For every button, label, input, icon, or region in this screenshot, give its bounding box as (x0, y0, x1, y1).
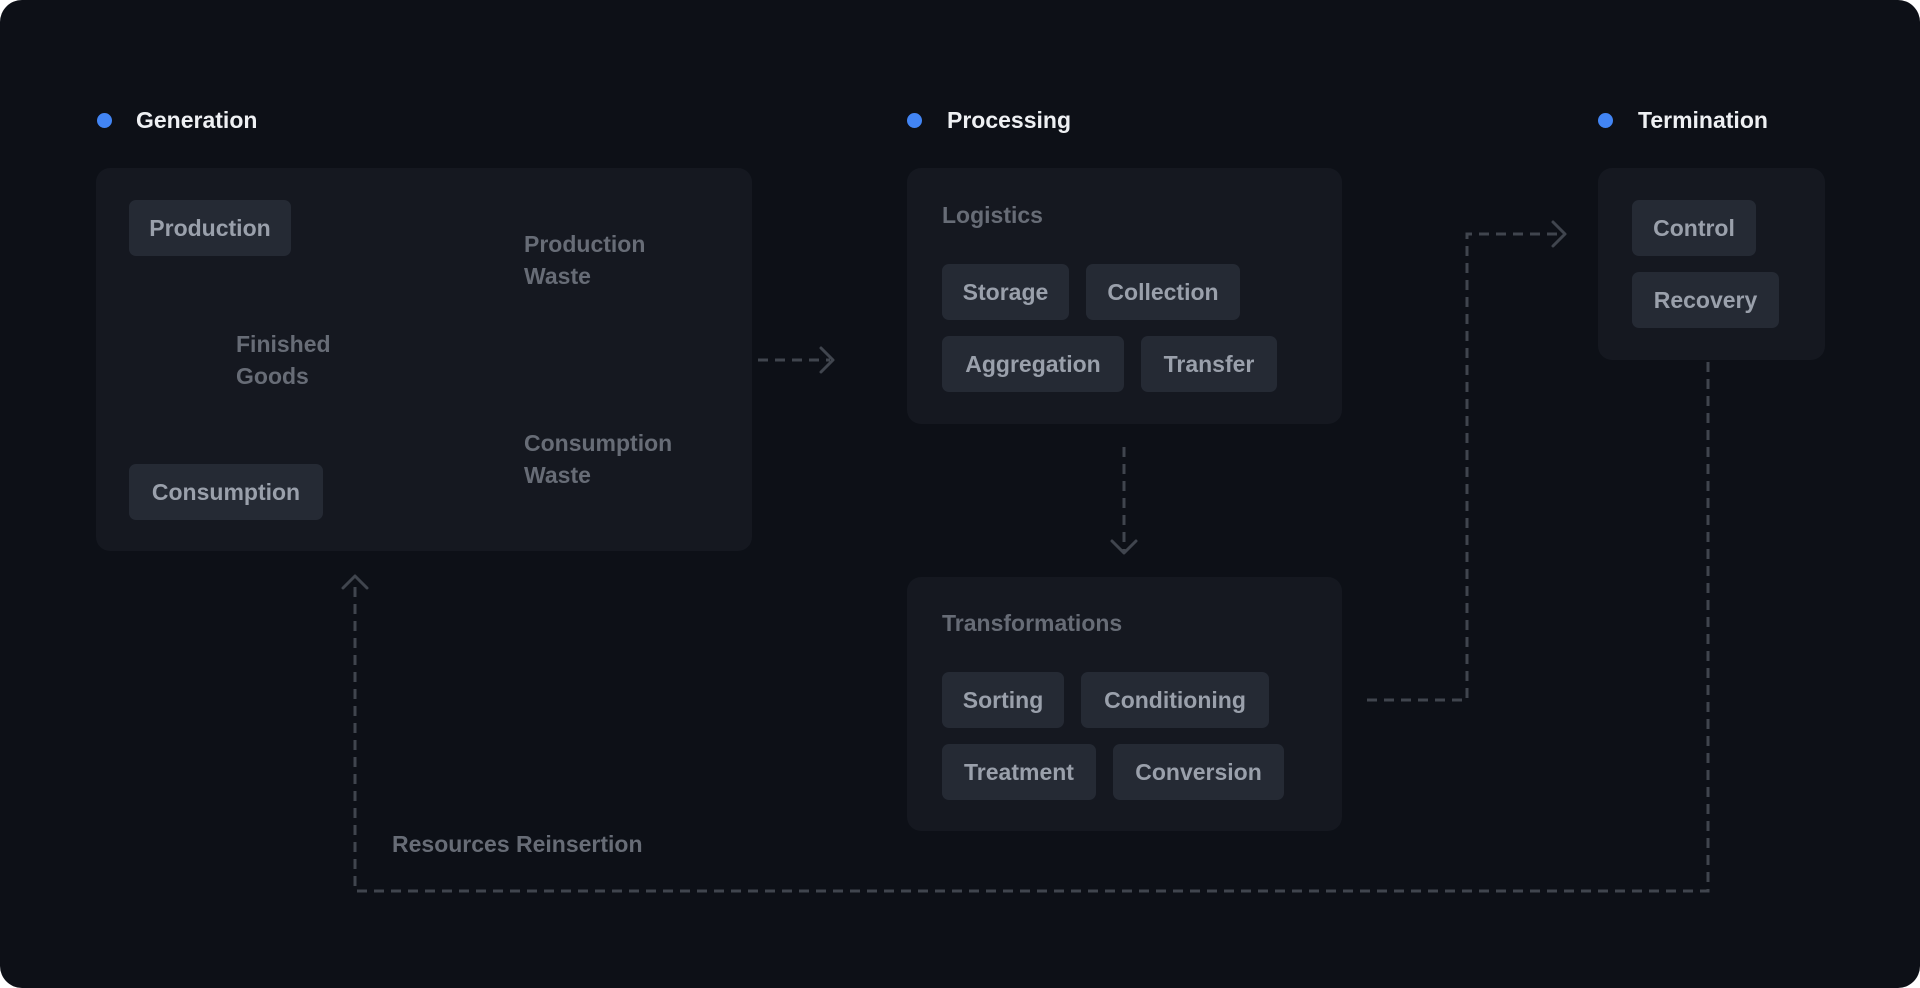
node-recovery[interactable]: Recovery (1632, 272, 1779, 328)
processing-to-termination-connector (1367, 232, 1562, 702)
termination-panel (1598, 168, 1825, 360)
node-production[interactable]: Production (129, 200, 291, 256)
node-conversion[interactable]: Conversion (1113, 744, 1284, 800)
edge-label-consumption-waste: Consumption Waste (524, 430, 673, 488)
diagram-canvas: Generation Production Consumption Finish… (0, 0, 1920, 988)
group-title-transformations: Transformations (942, 610, 1123, 636)
stage-title-generation: Generation (136, 107, 258, 133)
arrow-up-icon (341, 574, 369, 590)
node-storage[interactable]: Storage (942, 264, 1069, 320)
stage-dot-icon (97, 113, 112, 128)
edge-label-resources-reinsertion: Resources Reinsertion (392, 831, 643, 857)
node-collection[interactable]: Collection (1086, 264, 1240, 320)
stage-dot-icon (1598, 113, 1613, 128)
arrow-down-icon (1110, 539, 1138, 555)
stage-title-termination: Termination (1638, 107, 1768, 133)
node-transfer[interactable]: Transfer (1141, 336, 1277, 392)
node-consumption[interactable]: Consumption (129, 464, 323, 520)
node-aggregation[interactable]: Aggregation (942, 336, 1124, 392)
node-treatment[interactable]: Treatment (942, 744, 1096, 800)
edge-label-finished-goods: Finished Goods (236, 331, 331, 389)
stage-dot-icon (907, 113, 922, 128)
node-control[interactable]: Control (1632, 200, 1756, 256)
edge-label-production-waste: Production Waste (524, 231, 646, 289)
stage-title-processing: Processing (947, 107, 1071, 133)
node-sorting[interactable]: Sorting (942, 672, 1064, 728)
group-title-logistics: Logistics (942, 202, 1043, 228)
node-conditioning[interactable]: Conditioning (1081, 672, 1269, 728)
